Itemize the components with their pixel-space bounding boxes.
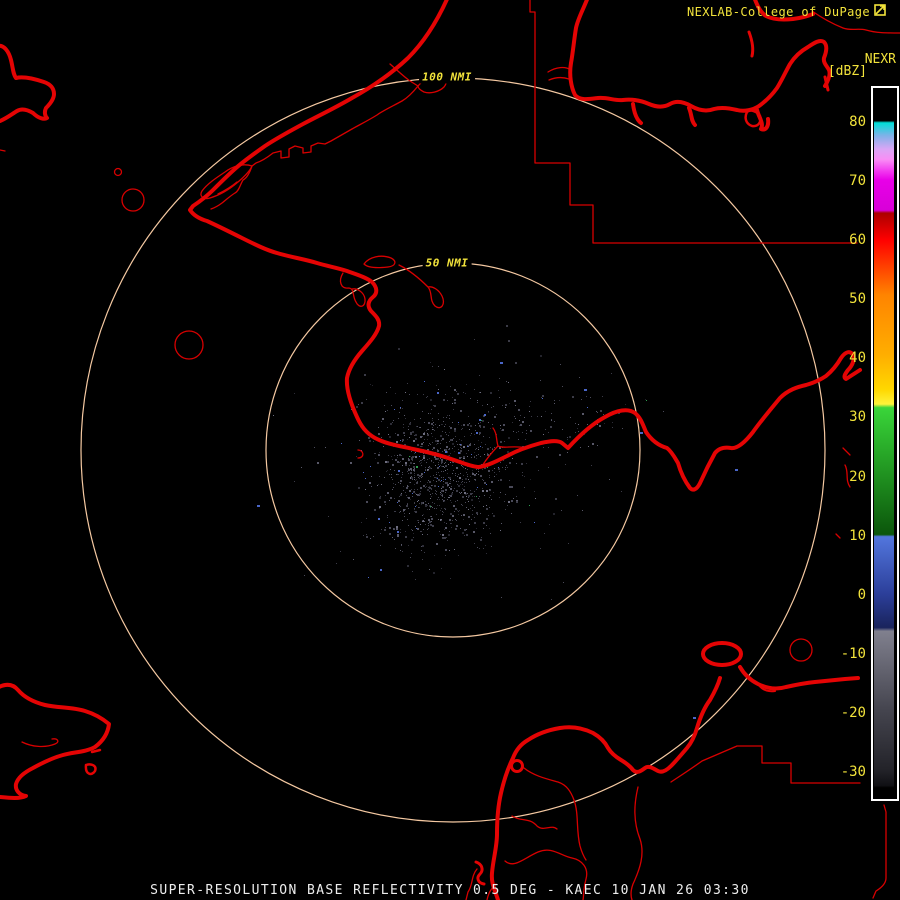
inner-marsh bbox=[22, 739, 58, 747]
range-ring-label-100nmi: 100 NMI bbox=[419, 71, 475, 84]
brand-title: NEXLAB-College of DuPage bbox=[687, 5, 870, 19]
river-fork bbox=[482, 428, 527, 466]
delta-river-1 bbox=[512, 816, 557, 829]
delta-river-4 bbox=[524, 768, 586, 860]
coast-nw-island bbox=[0, 46, 54, 121]
sw-islet bbox=[86, 750, 100, 774]
island-ring-small bbox=[122, 189, 144, 211]
colorbar-tick-70: 70 bbox=[832, 173, 866, 189]
range-ring bbox=[266, 263, 640, 637]
colorbar-title: NEXR bbox=[865, 52, 896, 67]
map-coastlines bbox=[0, 0, 860, 900]
colorbar-tick-20: 20 bbox=[832, 469, 866, 485]
colorbar-tick--10: -10 bbox=[832, 646, 866, 662]
coast-sw-landmass bbox=[0, 685, 109, 798]
colorbar-tick-80: 80 bbox=[832, 114, 866, 130]
lake-oval bbox=[703, 643, 741, 665]
pocket-bay bbox=[399, 265, 443, 308]
colorbar-units-label: [dBZ] bbox=[828, 64, 867, 79]
range-ring bbox=[81, 78, 825, 822]
island-ring-mid bbox=[175, 331, 203, 359]
colorbar-tick-30: 30 bbox=[832, 409, 866, 425]
coast-main bbox=[190, 0, 860, 490]
islet bbox=[115, 169, 122, 176]
range-ring-label-50nmi: 50 NMI bbox=[423, 257, 472, 270]
barrier-coast-thin bbox=[211, 64, 418, 209]
left-edge-dash bbox=[0, 150, 5, 151]
colorbar-tick--20: -20 bbox=[832, 705, 866, 721]
radar-display: 100 NMI 50 NMI NEXLAB-College of DuPage … bbox=[0, 0, 900, 900]
colorbar-tick-10: 10 bbox=[832, 528, 866, 544]
colorbar bbox=[871, 86, 899, 801]
colorbar-tick-0: 0 bbox=[832, 587, 866, 603]
coast-bump-1 bbox=[633, 104, 641, 123]
island-worm bbox=[749, 32, 753, 56]
colorbar-tick-60: 60 bbox=[832, 232, 866, 248]
sw-mini-s bbox=[476, 862, 484, 884]
flank-lake-ring bbox=[512, 761, 523, 772]
range-rings bbox=[81, 78, 825, 822]
radar-echoes bbox=[257, 325, 738, 719]
spit-thin bbox=[548, 68, 571, 80]
coast-bump-2 bbox=[689, 108, 695, 125]
colorbar-tick--30: -30 bbox=[832, 764, 866, 780]
colorbar-gradient bbox=[874, 89, 894, 794]
colorbar-tick-50: 50 bbox=[832, 291, 866, 307]
flag-vane-icon bbox=[874, 4, 886, 19]
island-sliver bbox=[364, 256, 395, 267]
radar-map bbox=[0, 0, 900, 900]
d-mark bbox=[358, 450, 363, 458]
lake-ring-east bbox=[790, 639, 812, 661]
brand-header: NEXLAB-College of DuPage bbox=[687, 4, 886, 19]
product-status-bar: SUPER-RESOLUTION BASE REFLECTIVITY 0.5 D… bbox=[0, 883, 900, 898]
colorbar-tick-40: 40 bbox=[832, 350, 866, 366]
